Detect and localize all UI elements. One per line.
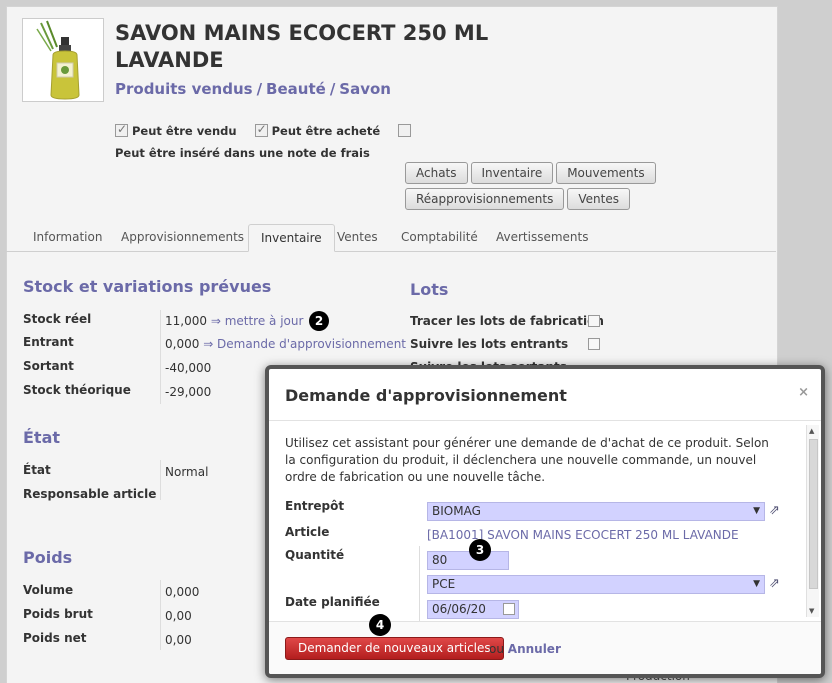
track-incoming-checkbox[interactable]: [588, 338, 600, 350]
stock-theorique-label: Stock théorique: [23, 383, 131, 397]
unit-value: PCE: [432, 577, 456, 591]
divider: [419, 546, 420, 621]
gross-weight-label: Poids brut: [23, 607, 93, 621]
warehouse-select[interactable]: BIOMAG ▼: [427, 502, 765, 521]
sale-ok-label: Peut être vendu: [132, 124, 237, 138]
quantity-label: Quantité: [285, 548, 345, 562]
divider: [160, 580, 161, 650]
update-qty-link[interactable]: ⇒ mettre à jour: [211, 314, 304, 328]
scroll-down-icon[interactable]: ▼: [809, 607, 814, 615]
tab-sales[interactable]: Ventes: [325, 224, 390, 252]
track-production-label: Tracer les lots de fabrication: [410, 314, 604, 328]
product-image[interactable]: [22, 18, 104, 102]
external-link-icon[interactable]: ⇗: [769, 576, 780, 591]
stock-theorique-value: -29,000: [165, 385, 212, 399]
expense-checkbox[interactable]: [398, 124, 412, 137]
expense-label: Peut être inséré dans une note de frais: [115, 146, 370, 160]
dialog-scrollbar[interactable]: ▲ ▼: [806, 425, 819, 617]
or-text: ou: [489, 642, 504, 656]
step-badge-2: 2: [309, 311, 329, 331]
lots-section-title: Lots: [410, 280, 449, 299]
reorder-rules-button[interactable]: Réapprovisionnements: [405, 188, 565, 210]
product-manager-label: Responsable article: [23, 487, 157, 501]
volume-label: Volume: [23, 583, 74, 597]
breadcrumb-item[interactable]: Savon: [339, 80, 391, 98]
dialog-body: Utilisez cet assistant pour générer une …: [269, 421, 821, 621]
breadcrumb-item[interactable]: Produits vendus: [115, 80, 253, 98]
moves-button[interactable]: Mouvements: [556, 162, 656, 184]
gross-weight-value: 0,00: [165, 609, 192, 623]
scheduled-date-value: 06/06/20: [432, 602, 486, 616]
procurement-request-link[interactable]: ⇒ Demande d'approvisionnement: [203, 337, 406, 351]
warehouse-label: Entrepôt: [285, 499, 345, 513]
stock-reel-value: 11,000: [165, 314, 207, 328]
article-label: Article: [285, 525, 330, 539]
sales-button[interactable]: Ventes: [567, 188, 630, 210]
request-new-items-button[interactable]: Demander de nouveaux articles: [285, 637, 504, 660]
soap-bottle-icon: [36, 20, 80, 100]
notebook-tabs: Information Approvisionnements Inventair…: [6, 224, 776, 252]
state-section-title: État: [23, 428, 61, 447]
tab-warnings[interactable]: Avertissements: [484, 224, 600, 252]
net-weight-label: Poids net: [23, 631, 87, 645]
track-production-checkbox[interactable]: [588, 315, 600, 327]
sale-ok-checkbox[interactable]: [115, 122, 128, 137]
stock-reel-label: Stock réel: [23, 312, 92, 326]
net-weight-value: 0,00: [165, 633, 192, 647]
track-incoming-label: Suivre les lots entrants: [410, 337, 569, 351]
tab-procurements[interactable]: Approvisionnements: [109, 224, 256, 252]
entrant-label: Entrant: [23, 335, 74, 349]
sortant-value: -40,000: [165, 361, 212, 375]
sortant-label: Sortant: [23, 359, 74, 373]
volume-value: 0,000: [165, 585, 200, 599]
quantity-input[interactable]: 80: [427, 551, 509, 570]
state-label: État: [23, 463, 51, 477]
purchase-ok-checkbox[interactable]: [254, 122, 268, 137]
calendar-icon[interactable]: [503, 603, 515, 615]
scheduled-date-label: Date planifiée: [285, 595, 380, 609]
dialog-footer: 4 Demander de nouveaux articles ou Annul…: [269, 614, 821, 674]
stock-section-title: Stock et variations prévues: [23, 277, 272, 296]
scroll-up-icon[interactable]: ▲: [809, 427, 814, 435]
purchases-button[interactable]: Achats: [405, 162, 468, 184]
dialog-title: Demande d'approvisionnement: [285, 386, 567, 405]
breadcrumb-item[interactable]: Beauté: [266, 80, 326, 98]
external-link-icon[interactable]: ⇗: [769, 503, 780, 518]
procurement-request-dialog: Demande d'approvisionnement × Utilisez c…: [265, 365, 825, 678]
product-title: SAVON MAINS ECOCERT 250 ML LAVANDE: [115, 21, 489, 72]
weight-section-title: Poids: [23, 548, 73, 567]
step-badge-4: 4: [369, 614, 391, 636]
entrant-value: 0,000: [165, 337, 200, 351]
state-value: Normal: [165, 465, 209, 479]
close-icon[interactable]: ×: [798, 385, 809, 400]
inventory-button[interactable]: Inventaire: [470, 162, 554, 184]
scheduled-date-input[interactable]: 06/06/20: [427, 600, 519, 619]
tab-accounting[interactable]: Comptabilité: [389, 224, 490, 252]
tab-information[interactable]: Information: [21, 224, 114, 252]
category-breadcrumb[interactable]: Produits vendus / Beauté / Savon: [115, 80, 391, 98]
warehouse-value: BIOMAG: [432, 504, 481, 518]
tab-inventory[interactable]: Inventaire: [248, 224, 335, 252]
cancel-link[interactable]: Annuler: [508, 642, 561, 656]
dropdown-arrow-icon: ▼: [753, 579, 760, 589]
product-flags: Peut être vendu Peut être acheté Peut êt…: [115, 122, 415, 160]
dialog-intro-text: Utilisez cet assistant pour générer une …: [285, 436, 769, 484]
purchase-ok-label: Peut être acheté: [271, 124, 381, 138]
unit-select[interactable]: PCE ▼: [427, 575, 765, 594]
divider: [160, 310, 161, 404]
scrollbar-thumb[interactable]: [809, 439, 818, 589]
step-badge-3: 3: [469, 539, 491, 561]
dialog-header: Demande d'approvisionnement ×: [269, 369, 821, 421]
smart-buttons: Achats Inventaire Mouvements Réapprovision…: [405, 162, 659, 214]
dropdown-arrow-icon: ▼: [753, 506, 760, 516]
divider: [160, 460, 161, 500]
